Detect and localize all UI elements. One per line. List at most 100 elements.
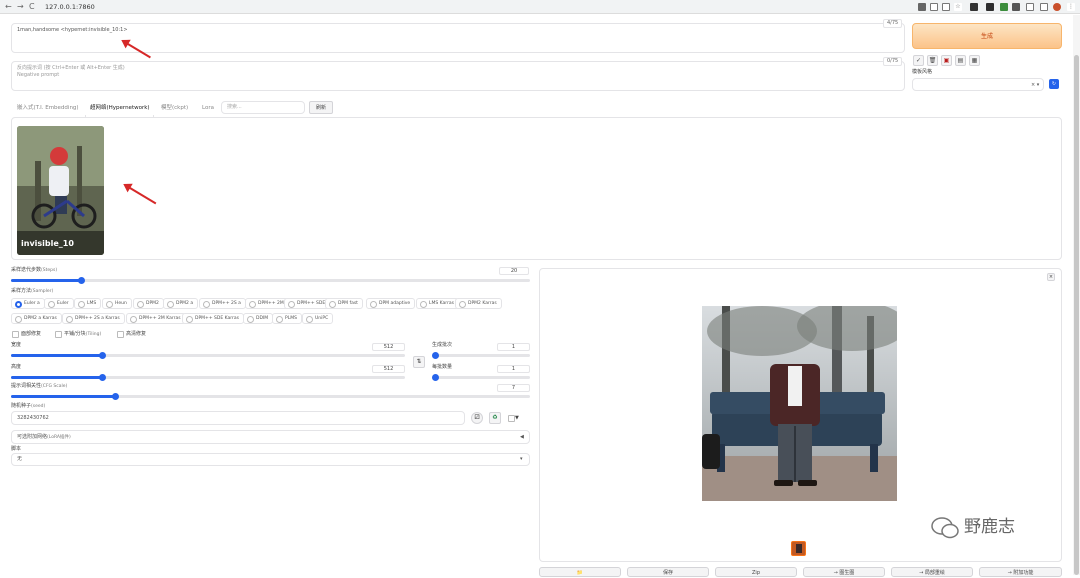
zoom-icon[interactable] [930, 3, 938, 11]
send-to-inpaint-button[interactable]: → 局部重绘 [891, 567, 973, 577]
tab-checkpoint[interactable]: 模型(ckpt) [161, 104, 188, 112]
sampler-option[interactable]: DPM2 Karras [455, 298, 502, 309]
open-folder-icon[interactable]: 📁 [539, 567, 621, 577]
generated-image[interactable] [702, 306, 897, 501]
prompt-input[interactable]: 1man,handsome <hypernet:invisible_10:1> [11, 23, 905, 53]
share-icon[interactable] [942, 3, 950, 11]
thumbnail-figure [796, 544, 802, 553]
sampler-option[interactable]: DPM++ 2M Karras [126, 313, 186, 324]
avatar[interactable] [1053, 3, 1061, 11]
swap-dimensions-icon[interactable]: ⇅ [413, 356, 425, 368]
batch-count-value[interactable]: 1 [497, 343, 530, 351]
tab-embedding[interactable]: 嵌入式(T.I. Embedding) [17, 104, 79, 112]
sampler-option[interactable]: DPM fast [325, 298, 363, 309]
script-select[interactable]: 无 ▾ [11, 453, 530, 466]
zip-button[interactable]: Zip [715, 567, 797, 577]
width-label: 宽度 [11, 342, 22, 348]
save-style-icon[interactable]: ▦ [969, 55, 980, 66]
bookmark-icon[interactable]: ☆ [954, 3, 962, 11]
slider-knob[interactable] [78, 277, 86, 284]
save-button[interactable]: 保存 [627, 567, 709, 577]
restore-faces-checkbox[interactable]: 面部修复 [11, 330, 41, 338]
scrollbar-thumb[interactable] [1074, 55, 1079, 575]
sampler-option[interactable]: DPM2 a Karras [11, 313, 62, 324]
seed-input[interactable]: 3282430762 [11, 411, 465, 425]
close-icon[interactable]: × [1047, 273, 1055, 281]
sampler-option[interactable]: LMS Karras [416, 298, 460, 309]
sampler-option[interactable]: DPM adaptive [366, 298, 416, 309]
tab-hypernetwork[interactable]: 超网络(Hypernetwork) [90, 104, 150, 112]
refresh-button[interactable]: 刷新 [309, 101, 333, 114]
batch-count-slider[interactable] [432, 352, 530, 359]
reload-icon[interactable]: C [29, 1, 35, 13]
sampler-option[interactable]: Heun [102, 298, 132, 309]
slider-knob[interactable] [432, 352, 439, 359]
lora-extension-label: 可选附加网络(LoRA插件) [17, 434, 71, 440]
send-to-img2img-button[interactable]: → 图生图 [803, 567, 885, 577]
tiling-checkbox[interactable]: 平铺/分块(Tiling) [54, 330, 101, 338]
generated-image-graphic [702, 306, 897, 501]
puzzle-icon[interactable] [1012, 3, 1020, 11]
apply-style-icon[interactable]: ▤ [955, 55, 966, 66]
batch-size-value[interactable]: 1 [497, 365, 530, 373]
steps-label: 采样迭代步数(Steps) [11, 267, 58, 273]
negative-prompt-input[interactable]: 反向提示词 (按 Ctrl+Enter 或 Alt+Enter 生成) Nega… [11, 61, 905, 91]
width-slider[interactable] [11, 352, 405, 359]
refresh-styles-icon[interactable]: ↻ [1049, 79, 1059, 89]
width-value[interactable]: 512 [372, 343, 405, 351]
reuse-seed-recycle-icon[interactable]: ♻ [489, 412, 501, 424]
generate-button[interactable]: 生成 [912, 23, 1062, 49]
sampler-option[interactable]: DPM++ SDE [284, 298, 331, 309]
translate-icon[interactable] [918, 3, 926, 11]
slider-knob[interactable] [432, 374, 439, 381]
cfg-value[interactable]: 7 [497, 384, 530, 392]
read-params-icon[interactable]: ✓ [913, 55, 924, 66]
height-slider[interactable] [11, 374, 405, 381]
batch-size-slider[interactable] [432, 374, 530, 381]
sampler-option[interactable]: Euler [44, 298, 74, 309]
sampler-option[interactable]: DPM++ 2M [245, 298, 289, 309]
send-to-extras-button[interactable]: → 附加功能 [979, 567, 1062, 577]
lora-extension-accordion[interactable]: 可选附加网络(LoRA插件) ◀ [11, 430, 530, 444]
sidepanel-icon[interactable] [1040, 3, 1048, 11]
sampler-option[interactable]: PLMS [272, 313, 302, 324]
trash-icon[interactable]: 🗑 [927, 55, 938, 66]
forward-icon[interactable]: → [17, 1, 24, 13]
sampler-option[interactable]: LMS [74, 298, 102, 309]
slider-knob[interactable] [111, 393, 119, 400]
network-search-input[interactable]: 搜索... [221, 101, 305, 114]
sampler-option[interactable]: DPM++ 2S a Karras [62, 313, 125, 324]
extension-icon[interactable] [986, 3, 994, 11]
style-label: 模板风格 [912, 69, 933, 75]
tab-lora[interactable]: Lora [202, 104, 214, 112]
sampler-option[interactable]: DPM++ 2S a [199, 298, 246, 309]
address-bar[interactable]: 127.0.0.1:7860 [45, 2, 905, 12]
scrollbar[interactable] [1073, 15, 1080, 575]
negative-token-counter: 0/75 [883, 57, 903, 66]
slider-knob[interactable] [98, 374, 106, 381]
sampler-option[interactable]: DPM2 [133, 298, 164, 309]
sampler-option[interactable]: DPM++ SDE Karras [182, 313, 244, 324]
hires-fix-checkbox[interactable]: 高清修复 [116, 330, 146, 338]
height-value[interactable]: 512 [372, 365, 405, 373]
back-icon[interactable]: ← [5, 1, 12, 13]
reading-list-icon[interactable] [1026, 3, 1034, 11]
cfg-slider[interactable] [11, 393, 530, 400]
random-seed-dice-icon[interactable]: ⚂ [471, 412, 483, 424]
sampler-option[interactable]: DDIM [243, 313, 274, 324]
hypernetwork-card[interactable]: invisible_10 [17, 126, 104, 255]
extension-icon[interactable] [970, 3, 978, 11]
steps-slider[interactable] [11, 277, 530, 284]
style-select[interactable]: × ▾ [912, 78, 1044, 91]
gallery-thumbnail[interactable] [791, 541, 806, 556]
extension-icon[interactable] [1000, 3, 1008, 11]
menu-icon[interactable]: ⋮ [1067, 3, 1075, 11]
sampler-option[interactable]: Euler a [11, 298, 45, 309]
extra-networks-icon[interactable]: ▣ [941, 55, 952, 66]
steps-value[interactable]: 20 [499, 267, 529, 275]
extra-seed-checkbox[interactable]: ▼ [507, 414, 519, 422]
sampler-option[interactable]: UniPC [302, 313, 334, 324]
style-clear-icon[interactable]: × ▾ [1031, 82, 1039, 89]
sampler-option[interactable]: DPM2 a [163, 298, 199, 309]
slider-knob[interactable] [98, 352, 106, 359]
